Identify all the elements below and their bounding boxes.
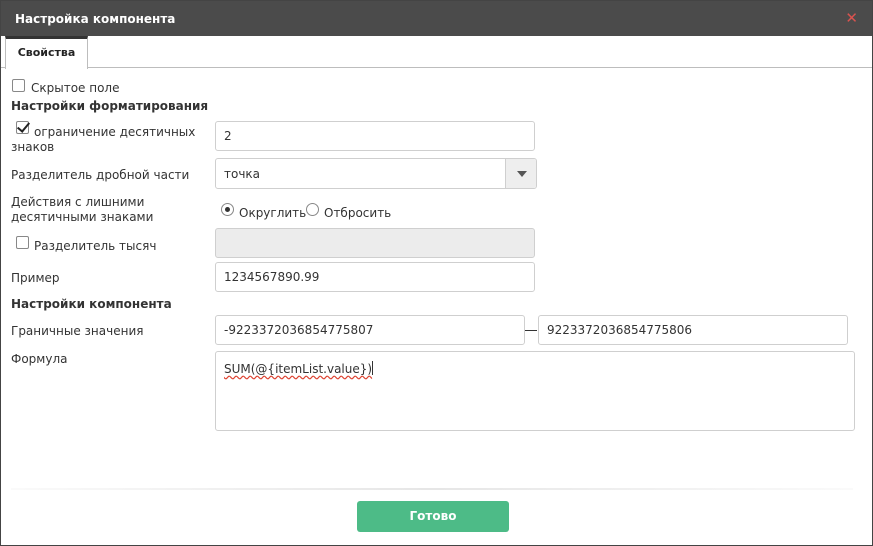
thousands-separator-label: Разделитель тысяч [34, 239, 157, 253]
thousands-separator-checkbox[interactable] [16, 236, 29, 249]
tab-bar: Свойства [1, 36, 872, 69]
extra-decimals-label-2: десятичными знаками [11, 210, 154, 224]
formatting-section-title: Настройки форматирования [11, 99, 209, 113]
component-section-title: Настройки компонента [11, 297, 172, 311]
min-bound-input[interactable]: -9223372036854775807 [215, 315, 525, 345]
truncate-radio-label[interactable]: Отбросить [324, 206, 391, 221]
round-radio-label[interactable]: Округлить [239, 206, 306, 221]
truncate-radio[interactable] [306, 203, 319, 216]
max-bound-input[interactable]: 9223372036854775806 [538, 315, 848, 345]
dialog-titlebar: Настройка компонента ✕ [1, 1, 872, 36]
decimal-limit-checkbox[interactable] [16, 121, 29, 134]
chevron-down-icon[interactable] [505, 159, 536, 188]
close-icon[interactable]: ✕ [845, 10, 858, 26]
tab-properties[interactable]: Свойства [5, 36, 88, 69]
formula-textarea[interactable]: SUM(@{itemList.value}) [215, 351, 855, 431]
extra-decimals-label: Действия с лишними [11, 195, 145, 209]
decimal-separator-label: Разделитель дробной части [11, 168, 190, 182]
component-settings-dialog: Настройка компонента ✕ Свойства Скрытое … [0, 0, 873, 546]
hidden-field-checkbox[interactable] [12, 79, 25, 92]
done-button[interactable]: Готово [357, 501, 509, 532]
range-dash [525, 330, 537, 331]
formula-text: SUM(@{itemList.value}) [224, 362, 373, 376]
decimal-limit-label: ограничение десятичных [34, 125, 196, 139]
thousands-separator-input [215, 228, 535, 258]
bounds-label: Граничные значения [11, 324, 144, 338]
dialog-title: Настройка компонента [15, 12, 176, 26]
text-caret [372, 361, 374, 375]
example-label: Пример [11, 271, 60, 285]
hidden-field-label: Скрытое поле [31, 81, 120, 95]
formula-label: Формула [11, 352, 68, 366]
example-value: 1234567890.99 [215, 262, 535, 292]
decimal-separator-select[interactable]: точка [215, 158, 537, 189]
decimal-limit-input[interactable]: 2 [215, 121, 535, 151]
footer-divider [11, 488, 853, 490]
decimal-separator-value: точка [224, 167, 261, 181]
decimal-limit-label-2: знаков [11, 140, 55, 154]
round-radio[interactable] [221, 203, 234, 216]
